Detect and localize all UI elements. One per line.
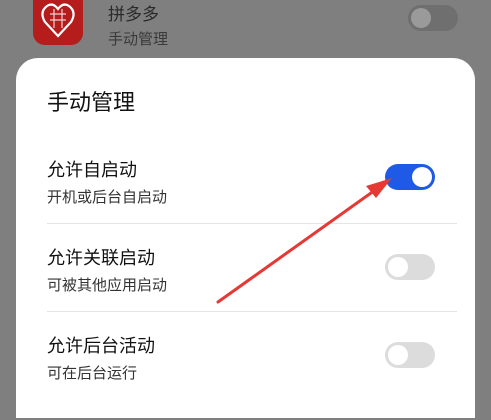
background-app-subtitle: 手动管理: [108, 30, 169, 48]
background-app-name: 拼多多: [108, 5, 159, 25]
background-app-row: 拼多多 手动管理: [0, 0, 491, 60]
setting-row-auto-start[interactable]: 允许自启动 开机或后台自启动: [16, 156, 475, 244]
toggle-knob: [388, 257, 408, 277]
setting-description: 可被其他应用启动: [47, 276, 168, 294]
divider: [47, 311, 457, 312]
pinduoduo-app-icon: [33, 0, 83, 45]
setting-description: 开机或后台自启动: [47, 188, 168, 206]
manual-management-sheet: 手动管理 允许自启动 开机或后台自启动 允许关联启动 可被其他应用启动 允许后台…: [16, 58, 475, 418]
divider: [47, 223, 457, 224]
setting-row-associated-start[interactable]: 允许关联启动 可被其他应用启动: [16, 244, 475, 332]
toggle-knob: [388, 345, 408, 365]
setting-description: 可在后台运行: [47, 364, 138, 382]
setting-title: 允许自启动: [47, 160, 137, 181]
setting-title: 允许关联启动: [47, 248, 155, 269]
setting-row-background-activity[interactable]: 允许后台活动 可在后台运行: [16, 332, 475, 420]
auto-start-toggle[interactable]: [385, 164, 435, 190]
associated-start-toggle[interactable]: [385, 254, 435, 280]
setting-title: 允许后台活动: [47, 336, 155, 357]
background-app-toggle[interactable]: [408, 5, 458, 31]
toggle-knob: [412, 167, 432, 187]
toggle-knob: [411, 8, 431, 28]
background-activity-toggle[interactable]: [385, 342, 435, 368]
sheet-title: 手动管理: [47, 91, 136, 116]
